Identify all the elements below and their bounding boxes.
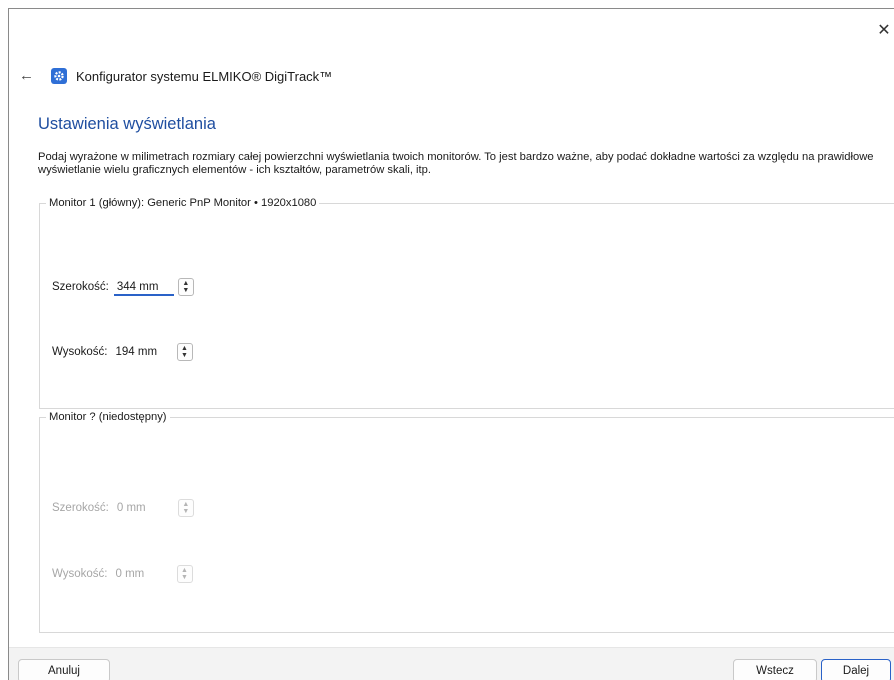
width-spinner: ▲ ▼ [177,499,194,517]
spin-down-icon[interactable]: ▼ [182,287,189,294]
height-input: 0 mm [115,568,145,580]
spin-up-icon: ▲ [181,567,188,574]
cancel-button[interactable]: Anuluj [18,659,110,680]
spin-up-icon[interactable]: ▲ [181,345,188,352]
monitor-2-height-field: Wysokość: 0 mm ▲ ▼ [52,565,193,583]
page-title: Ustawienia wyświetlania [38,115,216,133]
monitor-2-width-field: Szerokość: 0 mm ▲ ▼ [52,499,194,517]
footer-bar: Anuluj Wstecz Dalej [9,647,894,680]
spin-up-icon: ▲ [182,501,190,508]
close-button[interactable]: ✕ [874,21,894,41]
width-label: Szerokość: [52,502,109,514]
back-button[interactable]: Wstecz [733,659,817,680]
next-button[interactable]: Dalej [821,659,891,680]
spin-down-icon: ▼ [182,508,190,515]
close-icon: ✕ [877,22,891,39]
page-description: Podaj wyrażone w milimetrach rozmiary ca… [38,151,874,176]
monitor-1-legend: Monitor 1 (główny): Generic PnP Monitor … [49,197,317,209]
monitor-2-group: Monitor ? (niedostępny) Szerokość: 0 mm … [39,411,894,633]
monitor-1-group: Monitor 1 (główny): Generic PnP Monitor … [39,197,894,409]
gear-icon [51,68,67,84]
back-arrow-icon[interactable]: ← [19,68,37,84]
monitor-2-legend: Monitor ? (niedostępny) [49,411,167,423]
spin-down-icon[interactable]: ▼ [181,352,188,359]
width-label: Szerokość: [52,281,109,293]
spin-down-icon: ▼ [181,574,188,581]
height-label: Wysokość: [52,346,108,358]
width-input[interactable]: 344 mm [113,278,174,296]
app-title: Konfigurator systemu ELMIKO® DigiTrack™ [76,68,333,84]
height-spinner[interactable]: ▲ ▼ [176,343,193,361]
header: ← Konfigurator systemu ELMIKO® DigiTrack… [19,65,332,87]
height-input[interactable]: 194 mm [113,343,173,361]
height-spinner: ▲ ▼ [176,565,193,583]
width-input: 0 mm [116,502,146,514]
monitor-1-height-field: Wysokość: 194 mm ▲ ▼ [52,343,193,361]
spin-up-icon[interactable]: ▲ [182,280,189,287]
height-label: Wysokość: [52,568,108,580]
monitor-1-width-field: Szerokość: 344 mm ▲ ▼ [52,278,194,296]
dialog-window: ✕ ← Konfigurator systemu ELMIKO® DigiTra… [8,8,894,680]
width-spinner[interactable]: ▲ ▼ [177,278,194,296]
